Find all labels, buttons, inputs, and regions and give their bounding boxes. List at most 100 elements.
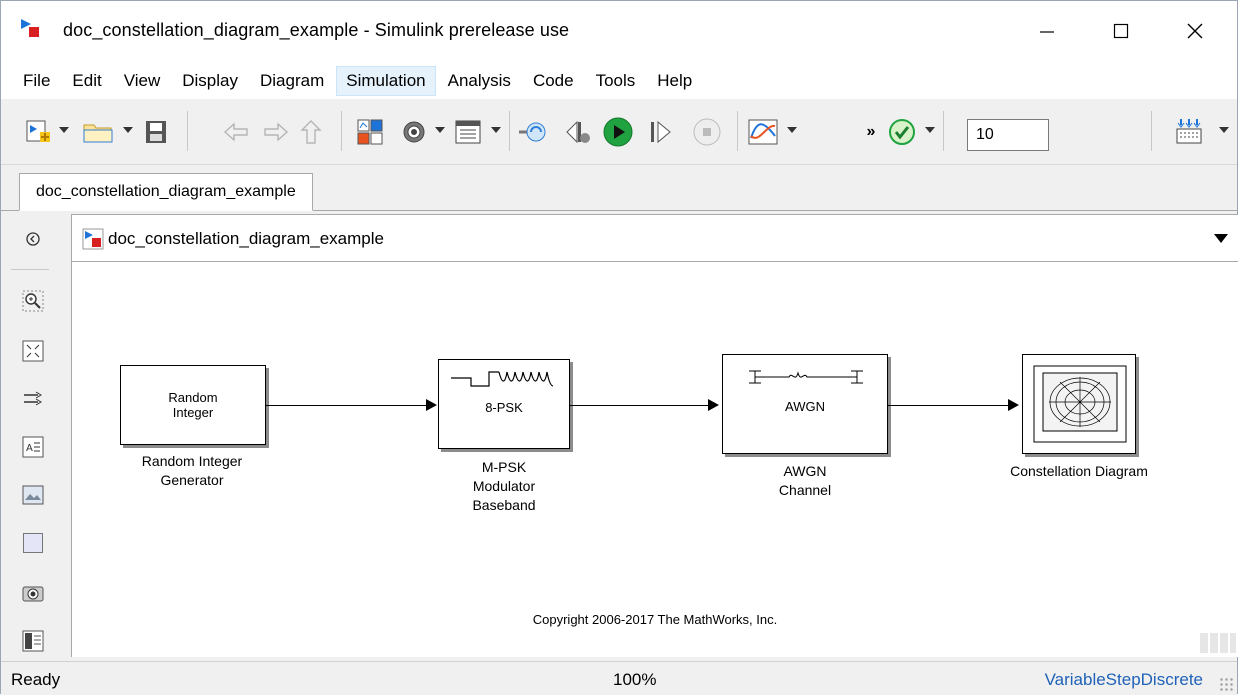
block-label-line: Baseband xyxy=(472,497,536,513)
solver-link[interactable]: VariableStepDiscrete xyxy=(1045,670,1203,690)
minimize-icon xyxy=(1040,31,1054,33)
stop-button[interactable] xyxy=(691,115,723,149)
new-model-button[interactable] xyxy=(23,115,53,149)
block-label: Random Integer Generator xyxy=(112,452,272,490)
toolbar-separator xyxy=(943,111,944,151)
model-explorer-button[interactable] xyxy=(453,115,483,149)
signal-line[interactable] xyxy=(266,405,426,406)
model-path[interactable]: doc_constellation_diagram_example xyxy=(108,229,384,249)
stop-time-input[interactable] xyxy=(967,119,1049,151)
block-label-line: AWGN xyxy=(783,463,827,479)
menu-diagram[interactable]: Diagram xyxy=(250,66,334,96)
advisor-dropdown-icon[interactable] xyxy=(925,127,935,133)
step-back-icon xyxy=(566,120,590,144)
menu-edit[interactable]: Edit xyxy=(62,66,111,96)
toolbar-separator xyxy=(341,111,342,151)
model-explorer-icon xyxy=(455,120,481,144)
model-browser-button[interactable] xyxy=(21,629,45,653)
signal-line[interactable] xyxy=(888,405,1008,406)
step-back-button[interactable] xyxy=(563,115,593,149)
more-button[interactable]: » xyxy=(863,115,879,149)
model-browser-icon xyxy=(22,630,44,652)
awgn-channel-block[interactable]: AWGN xyxy=(722,354,888,454)
scroll-corner xyxy=(1200,633,1236,653)
tab-model[interactable]: doc_constellation_diagram_example xyxy=(19,173,313,211)
model-settings-button[interactable] xyxy=(399,115,429,149)
explorer-dropdown-icon[interactable] xyxy=(491,127,501,133)
block-label-line: Constellation Diagram xyxy=(1010,463,1148,479)
forward-arrow-icon xyxy=(264,122,289,142)
random-integer-block[interactable]: Random Integer xyxy=(120,365,266,445)
status-bar: Ready 100% VariableStepDiscrete xyxy=(1,661,1237,695)
signal-routing-button[interactable] xyxy=(21,387,45,411)
inspector-dropdown-icon[interactable] xyxy=(787,127,797,133)
annotation-button[interactable]: A xyxy=(21,435,45,459)
simulink-model-icon xyxy=(82,228,104,250)
svg-text:A: A xyxy=(26,443,33,454)
menu-analysis[interactable]: Analysis xyxy=(438,66,521,96)
menu-display[interactable]: Display xyxy=(172,66,248,96)
model-tab-strip: doc_constellation_diagram_example xyxy=(1,165,1237,211)
area-button[interactable] xyxy=(21,531,45,555)
build-button[interactable] xyxy=(1173,115,1205,149)
address-dropdown-icon[interactable] xyxy=(1214,234,1228,243)
maximize-icon xyxy=(1113,23,1129,39)
close-icon xyxy=(1187,23,1203,39)
open-button[interactable] xyxy=(81,115,115,149)
build-icon xyxy=(1176,119,1202,144)
data-inspector-button[interactable] xyxy=(747,115,779,149)
resize-grip[interactable] xyxy=(1219,677,1233,691)
camera-button[interactable] xyxy=(21,581,45,605)
model-advisor-button[interactable] xyxy=(887,115,917,149)
area-icon xyxy=(23,533,43,553)
up-button[interactable] xyxy=(299,115,323,149)
image-button[interactable] xyxy=(21,483,45,507)
step-forward-button[interactable] xyxy=(645,115,675,149)
palette-separator xyxy=(11,269,49,270)
status-text: Ready xyxy=(11,670,61,689)
menu-file[interactable]: File xyxy=(13,66,60,96)
maximize-button[interactable] xyxy=(1097,13,1145,49)
model-advisor-icon xyxy=(889,119,915,145)
update-diagram-icon xyxy=(519,122,546,142)
library-browser-button[interactable] xyxy=(355,115,385,149)
close-button[interactable] xyxy=(1171,13,1219,49)
toolbar: » xyxy=(1,99,1237,165)
copyright-annotation: Copyright 2006-2017 The MathWorks, Inc. xyxy=(532,612,778,627)
menu-view[interactable]: View xyxy=(114,66,171,96)
block-label-line: Channel xyxy=(778,482,832,498)
new-model-dropdown-icon[interactable] xyxy=(59,127,69,133)
save-button[interactable] xyxy=(143,115,169,149)
block-label-line: M-PSK xyxy=(481,459,527,475)
block-label: Constellation Diagram xyxy=(984,462,1174,481)
menu-tools[interactable]: Tools xyxy=(586,66,646,96)
model-canvas[interactable]: Random Integer Random Integer Generator … xyxy=(71,262,1238,657)
navigate-back-button[interactable] xyxy=(21,227,45,251)
fit-view-button[interactable] xyxy=(21,339,45,363)
address-bar: doc_constellation_diagram_example xyxy=(71,214,1238,262)
menu-help[interactable]: Help xyxy=(647,66,702,96)
minimize-button[interactable] xyxy=(1023,13,1071,49)
zoom-level: 100% xyxy=(613,670,657,689)
update-diagram-button[interactable] xyxy=(517,115,549,149)
window-title: doc_constellation_diagram_example - Simu… xyxy=(63,20,570,40)
build-dropdown-icon[interactable] xyxy=(1219,127,1229,133)
constellation-diagram-block[interactable] xyxy=(1022,354,1136,454)
menu-simulation[interactable]: Simulation xyxy=(336,66,436,96)
image-icon xyxy=(22,485,44,505)
settings-dropdown-icon[interactable] xyxy=(435,127,445,133)
signal-line[interactable] xyxy=(570,405,708,406)
menu-code[interactable]: Code xyxy=(523,66,584,96)
toolbar-separator xyxy=(1151,111,1152,151)
run-button[interactable] xyxy=(601,115,635,149)
awgn-channel-icon xyxy=(749,370,863,384)
block-text: Random xyxy=(168,390,218,405)
menu-bar: File Edit View Display Diagram Simulatio… xyxy=(1,63,1237,99)
forward-button[interactable] xyxy=(263,115,289,149)
block-label-line: Modulator xyxy=(472,478,536,494)
back-button[interactable] xyxy=(223,115,249,149)
annotation-icon: A xyxy=(22,436,44,458)
open-dropdown-icon[interactable] xyxy=(123,127,133,133)
zoom-button[interactable] xyxy=(21,289,45,313)
mpsk-modulator-block[interactable]: 8-PSK xyxy=(438,359,570,449)
